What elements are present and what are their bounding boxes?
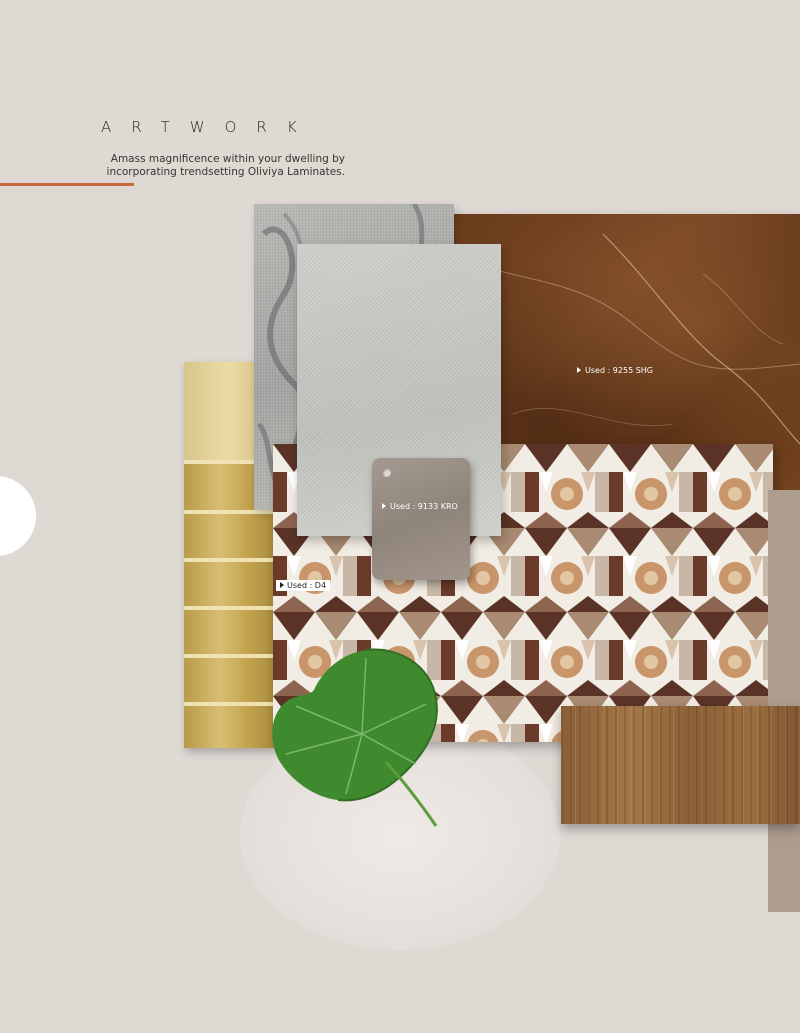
pattern-used-text: Used : D4 xyxy=(287,581,327,590)
chip-hole xyxy=(382,468,391,477)
half-circle-icon xyxy=(0,476,36,556)
gold-band xyxy=(184,510,274,514)
wood-swatch xyxy=(561,706,800,824)
pattern-used-label: Used : D4 xyxy=(276,580,331,591)
taupe-swatch xyxy=(768,490,800,912)
gold-band xyxy=(184,654,274,658)
sample-chip: Used : 9133 KRO xyxy=(372,458,470,580)
gold-band xyxy=(184,606,274,610)
caret-right-icon xyxy=(280,582,284,588)
accent-rule xyxy=(0,183,134,186)
caret-right-icon xyxy=(577,367,581,373)
marble-used-text: Used : 9255 SHG xyxy=(585,366,653,375)
chip-used-text: Used : 9133 KRO xyxy=(390,502,458,511)
moodboard-page: ARTWORK Amass magnificence within your d… xyxy=(0,0,800,1033)
tagline: Amass magnificence within your dwelling … xyxy=(106,153,345,178)
marble-used-label: Used : 9255 SHG xyxy=(577,366,653,375)
gold-band xyxy=(184,702,274,706)
leaf-icon xyxy=(272,648,438,827)
chip-used-label: Used : 9133 KRO xyxy=(382,502,458,511)
page-title: ARTWORK xyxy=(101,118,317,136)
caret-right-icon xyxy=(382,503,386,509)
gold-band xyxy=(184,558,274,562)
